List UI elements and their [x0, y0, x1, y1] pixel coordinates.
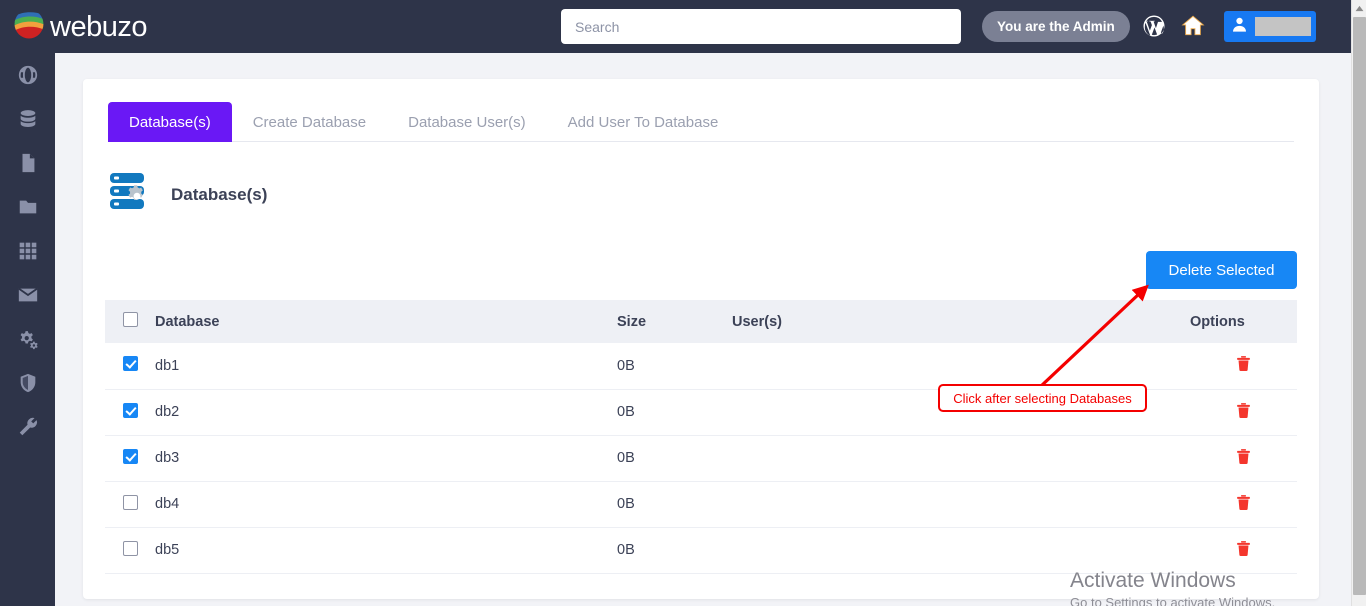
user-name: [1255, 17, 1311, 36]
globe-icon: [17, 64, 39, 86]
row-checkbox[interactable]: [123, 449, 138, 464]
sidebar-item-mail[interactable]: [0, 273, 55, 317]
trash-icon[interactable]: [1235, 493, 1252, 516]
tab-database-users[interactable]: Database User(s): [387, 102, 547, 142]
sidebar-item-tools[interactable]: [0, 405, 55, 449]
cell-users: [732, 527, 1190, 573]
row-select-cell: [105, 481, 155, 527]
sidebar-item-file[interactable]: [0, 141, 55, 185]
cell-users: [732, 481, 1190, 527]
table-row: db4 0B: [105, 481, 1297, 527]
gears-icon: [16, 328, 39, 351]
annotation-callout: Click after selecting Databases: [938, 384, 1147, 412]
row-checkbox[interactable]: [123, 495, 138, 510]
cell-options: [1190, 435, 1297, 481]
trash-icon[interactable]: [1235, 447, 1252, 470]
trash-icon[interactable]: [1235, 354, 1252, 377]
app-root: webuzo You are the Admin Database(s) Cre…: [0, 0, 1366, 606]
table-row: db1 0B: [105, 343, 1297, 389]
table-row: db5 0B: [105, 527, 1297, 573]
cell-users: [732, 435, 1190, 481]
cell-options: [1190, 527, 1297, 573]
cell-size: 0B: [617, 527, 732, 573]
cell-size: 0B: [617, 435, 732, 481]
table-header-row: Database Size User(s) Options: [105, 300, 1297, 343]
row-select-cell: [105, 343, 155, 389]
admin-status-badge: You are the Admin: [982, 11, 1130, 42]
select-all-checkbox[interactable]: [123, 312, 138, 327]
cell-size: 0B: [617, 343, 732, 389]
sidebar-item-settings[interactable]: [0, 317, 55, 361]
shield-icon: [17, 372, 39, 394]
cell-database-name: db5: [155, 527, 617, 573]
tab-add-user-to-database[interactable]: Add User To Database: [547, 102, 740, 142]
search-input[interactable]: [561, 9, 961, 44]
brand-logo[interactable]: webuzo: [12, 7, 147, 46]
wrench-icon: [17, 416, 39, 438]
cell-size: 0B: [617, 481, 732, 527]
select-all-header: [105, 300, 155, 343]
sidebar-item-database[interactable]: [0, 97, 55, 141]
grid-icon: [18, 241, 38, 261]
tab-create-database[interactable]: Create Database: [232, 102, 387, 142]
sidebar-item-globe[interactable]: [0, 53, 55, 97]
scroll-up-arrow-icon[interactable]: [1352, 0, 1366, 16]
table-head: Database Size User(s) Options: [105, 300, 1297, 343]
delete-selected-button[interactable]: Delete Selected: [1146, 251, 1297, 289]
sidebar-item-folder[interactable]: [0, 185, 55, 229]
globe-swirl-logo-icon: [12, 7, 46, 46]
column-header-database: Database: [155, 300, 617, 343]
folder-icon: [17, 196, 39, 218]
table-row: db3 0B: [105, 435, 1297, 481]
cell-database-name: db2: [155, 389, 617, 435]
tab-databases[interactable]: Database(s): [108, 102, 232, 142]
column-header-users: User(s): [732, 300, 1190, 343]
sidebar-item-security[interactable]: [0, 361, 55, 405]
database-server-gear-icon: [108, 169, 156, 220]
table-body: db1 0B: [105, 343, 1297, 573]
wordpress-icon[interactable]: [1142, 14, 1166, 43]
page-title: Database(s): [171, 185, 267, 205]
column-header-size: Size: [617, 300, 732, 343]
content-card: Database(s) Create Database Database Use…: [83, 79, 1319, 599]
trash-icon[interactable]: [1235, 401, 1252, 424]
row-select-cell: [105, 435, 155, 481]
user-icon: [1230, 15, 1249, 39]
page-title-row: Database(s): [108, 169, 267, 220]
column-header-options: Options: [1190, 300, 1297, 343]
row-select-cell: [105, 527, 155, 573]
home-icon[interactable]: [1180, 13, 1206, 44]
cell-database-name: db4: [155, 481, 617, 527]
tab-bar: Database(s) Create Database Database Use…: [108, 102, 1294, 142]
sidebar-item-apps[interactable]: [0, 229, 55, 273]
cell-options: [1190, 343, 1297, 389]
trash-icon[interactable]: [1235, 539, 1252, 562]
user-menu-button[interactable]: [1224, 11, 1316, 42]
cell-database-name: db1: [155, 343, 617, 389]
file-icon: [17, 152, 39, 174]
row-checkbox[interactable]: [123, 541, 138, 556]
database-icon: [17, 108, 39, 130]
brand-name: webuzo: [50, 8, 147, 46]
cell-database-name: db3: [155, 435, 617, 481]
row-checkbox[interactable]: [123, 403, 138, 418]
row-checkbox[interactable]: [123, 356, 138, 371]
cell-options: [1190, 389, 1297, 435]
vertical-scrollbar[interactable]: [1351, 0, 1366, 606]
envelope-icon: [17, 284, 39, 306]
databases-table: Database Size User(s) Options db1 0B: [105, 300, 1297, 574]
cell-size: 0B: [617, 389, 732, 435]
cell-options: [1190, 481, 1297, 527]
scrollbar-thumb[interactable]: [1353, 17, 1366, 595]
cell-users: [732, 343, 1190, 389]
sidebar: [0, 0, 55, 606]
row-select-cell: [105, 389, 155, 435]
